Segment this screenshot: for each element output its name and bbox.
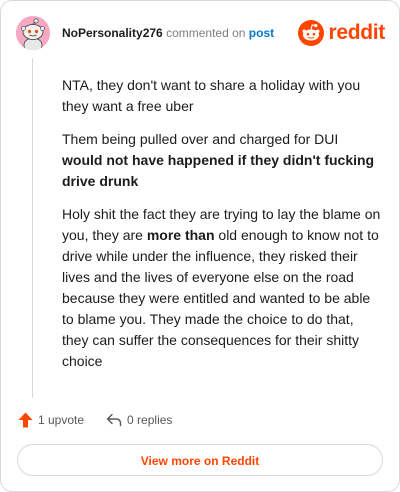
comment-paragraph: Holy shit the fact they are trying to la… xyxy=(62,204,382,372)
snoo-avatar-icon xyxy=(16,16,50,50)
comment-actions: 1 upvote 0 replies xyxy=(18,409,194,431)
comment-paragraph: NTA, they don't want to share a holiday … xyxy=(62,75,382,117)
reply-arrow-icon xyxy=(106,413,122,427)
comment-header: NoPersonality276 commented on post reddi… xyxy=(16,16,385,50)
reddit-logo[interactable]: reddit xyxy=(298,19,385,47)
upvote-button[interactable]: 1 upvote xyxy=(18,412,84,428)
text-run: NTA, they don't want to share a holiday … xyxy=(62,77,361,114)
bold-text: more than xyxy=(146,227,215,243)
replies-button[interactable]: 0 replies xyxy=(106,413,172,427)
bold-text: would not have happened if they didn't f… xyxy=(62,152,375,189)
text-run: Them being pulled over and charged for D… xyxy=(62,131,339,147)
post-link[interactable]: post xyxy=(249,26,274,40)
reddit-wordmark: reddit xyxy=(328,21,385,44)
replies-count: 0 replies xyxy=(127,413,173,427)
comment-paragraph: Them being pulled over and charged for D… xyxy=(62,129,382,192)
view-more-on-reddit-button[interactable]: View more on Reddit xyxy=(17,444,383,476)
username-link[interactable]: NoPersonality276 xyxy=(62,26,163,40)
text-run: old enough to know not to drive while un… xyxy=(62,227,379,369)
commented-on-text: commented on xyxy=(166,26,246,40)
thread-line xyxy=(32,58,33,398)
reddit-snoo-icon xyxy=(298,20,325,46)
upvote-count: 1 upvote xyxy=(38,413,85,427)
comment-embed-card: NoPersonality276 commented on post reddi… xyxy=(0,0,400,492)
user-avatar[interactable] xyxy=(16,16,50,50)
comment-meta: NoPersonality276 commented on post xyxy=(62,26,274,40)
comment-body: NTA, they don't want to share a holiday … xyxy=(62,75,382,384)
upvote-arrow-icon xyxy=(18,412,33,428)
